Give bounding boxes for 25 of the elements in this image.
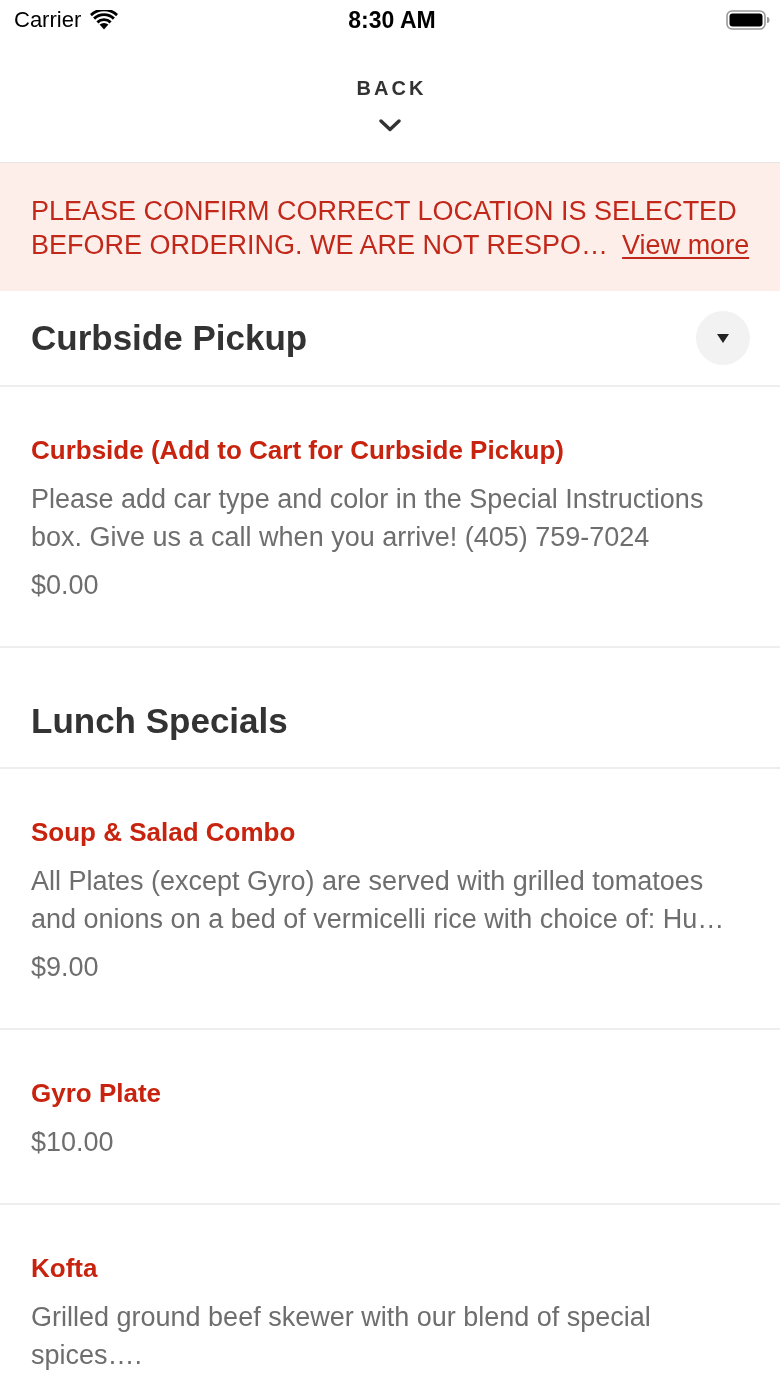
item-description: All Plates (except Gyro) are served with grilled tomatoes and onions on a bed of vermicelli rice with choice of: Hu… xyxy=(31,865,726,936)
wifi-icon xyxy=(90,10,119,30)
section-title: Curbside Pickup xyxy=(31,318,308,358)
chevron-down-icon xyxy=(379,119,401,132)
item-price: $10.00 xyxy=(31,1126,115,1159)
view-more-link[interactable]: View more xyxy=(622,230,750,260)
menu-item[interactable]: Soup & Salad Combo All Plates (except Gyro) are served with grilled tomatoes and onions on a bed of vermicelli rice with choice of: Hu… $9.00 xyxy=(0,769,780,1030)
item-description: Please add car type and color in the Special Instructions box. Give us a call when you arrive! (405) 759-7024 xyxy=(31,483,705,554)
item-name: Curbside (Add to Cart for Curbside Pickup) xyxy=(31,434,566,467)
menu-item[interactable]: Kofta Grilled ground beef skewer with our blend of special spices…. xyxy=(0,1205,780,1387)
item-name: Gyro Plate xyxy=(31,1077,163,1110)
item-price: $0.00 xyxy=(31,569,100,602)
menu-item[interactable]: Gyro Plate $10.00 xyxy=(0,1030,780,1205)
item-description: Grilled ground beef skewer with our blend of special spices…. xyxy=(31,1301,652,1372)
item-name: Kofta xyxy=(31,1252,99,1285)
caret-down-icon xyxy=(717,333,729,343)
section-title: Lunch Specials xyxy=(31,700,288,741)
menu-item[interactable]: Curbside (Add to Cart for Curbside Pickup) Please add car type and color in the Special Instructions box. Give us a call when you arrive! (405) 759-7024 $0.00 xyxy=(0,387,780,648)
clock-time: 8:30 AM xyxy=(348,6,436,34)
battery-icon xyxy=(726,10,770,30)
item-price: $9.00 xyxy=(31,951,100,984)
notice-message: PLEASE CONFIRM CORRECT LOCATION IS SELECTED BEFORE ORDERING. WE ARE NOT RESPO… View more xyxy=(31,195,751,262)
carrier-label: Carrier xyxy=(14,7,82,33)
back-button[interactable]: BACK xyxy=(353,75,427,132)
item-name: Soup & Salad Combo xyxy=(31,816,297,849)
